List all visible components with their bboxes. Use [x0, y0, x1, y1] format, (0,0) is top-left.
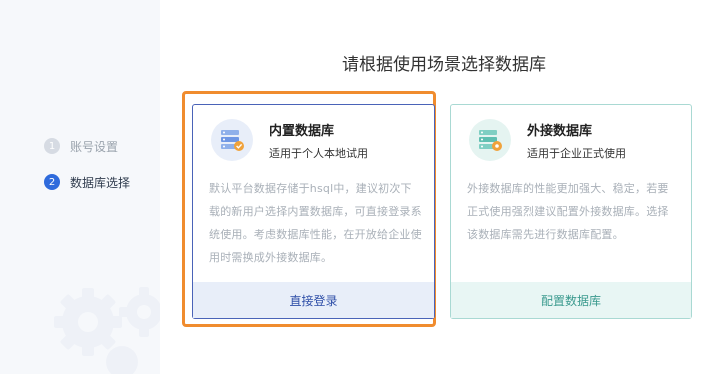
- direct-login-button[interactable]: 直接登录: [193, 282, 434, 318]
- card-header: 内置数据库 适用于个人本地试用: [211, 119, 368, 161]
- card-heading-text: 内置数据库 适用于个人本地试用: [269, 120, 368, 161]
- page-title: 请根据使用场景选择数据库: [342, 55, 546, 75]
- gears-decoration-icon: [54, 287, 160, 374]
- step-number: 2: [44, 174, 60, 190]
- card-header: 外接数据库 适用于企业正式使用: [469, 119, 626, 161]
- step-number: 1: [44, 138, 60, 154]
- step-account-settings[interactable]: 1 账号设置: [44, 136, 130, 156]
- step-label: 账号设置: [70, 139, 119, 154]
- card-heading-text: 外接数据库 适用于企业正式使用: [527, 120, 626, 161]
- card-title: 内置数据库: [269, 123, 335, 139]
- step-label: 数据库选择: [70, 175, 131, 190]
- card-description: 外接数据库的性能更加强大、稳定，若要正式使用强烈建议配置外接数据库。选择该数据库…: [467, 182, 669, 241]
- card-description: 默认平台数据存储于hsql中，建议初次下载的新用户选择内置数据库，可直接登录系统…: [209, 182, 422, 264]
- configure-database-button[interactable]: 配置数据库: [451, 282, 691, 318]
- setup-page: 1 账号设置 2 数据库选择 请根据使用场景选择数据库 内置数据库 适用于个人本…: [0, 0, 728, 374]
- card-subtitle: 适用于个人本地试用: [269, 146, 368, 160]
- card-subtitle: 适用于企业正式使用: [527, 146, 626, 160]
- card-external-database[interactable]: 外接数据库 适用于企业正式使用 外接数据库的性能更加强大、稳定，若要正式使用强烈…: [450, 104, 692, 319]
- step-list: 1 账号设置 2 数据库选择: [44, 136, 130, 208]
- database-server-icon: [221, 130, 244, 151]
- icon-badge: [469, 119, 511, 161]
- card-title: 外接数据库: [527, 123, 593, 139]
- card-internal-database[interactable]: 内置数据库 适用于个人本地试用 默认平台数据存储于hsql中，建议初次下载的新用…: [192, 104, 435, 319]
- step-database-selection[interactable]: 2 数据库选择: [44, 172, 130, 192]
- icon-badge: [211, 119, 253, 161]
- database-config-icon: [479, 130, 502, 151]
